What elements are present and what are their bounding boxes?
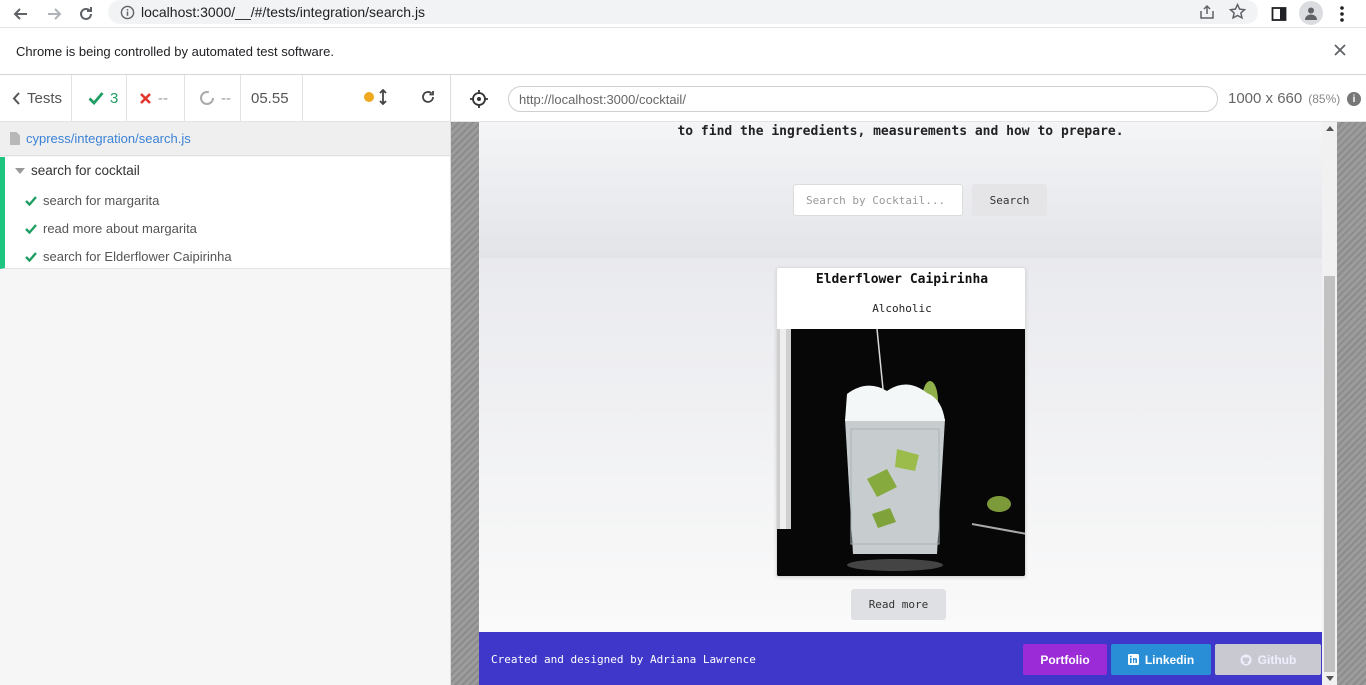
test-label: search for margarita [43, 193, 160, 208]
viewport-size: 1000 x 660 [1228, 90, 1303, 107]
info-icon [120, 5, 135, 19]
aut-url-text: http://localhost:3000/cocktail/ [519, 91, 686, 107]
x-icon [140, 92, 151, 104]
viewport-info: 1000 x 660 (85%) [1228, 90, 1340, 107]
portfolio-label: Portfolio [1040, 652, 1090, 667]
back-button[interactable] [9, 2, 33, 26]
star-icon[interactable] [1229, 3, 1246, 20]
test-suite: search for cocktail search for margarita… [0, 157, 450, 269]
tests-label: Tests [27, 89, 63, 107]
address-url: localhost:3000/__/#/tests/integration/se… [141, 4, 426, 20]
cocktail-image [777, 329, 1025, 576]
test-label: search for Elderflower Caipirinha [43, 249, 232, 264]
browser-toolbar: localhost:3000/__/#/tests/integration/se… [0, 0, 1366, 28]
scrollbar-thumb[interactable] [1324, 276, 1335, 672]
search-button[interactable]: Search [972, 184, 1047, 216]
results-section: Elderflower Caipirinha Alcoholic Read mo… [479, 258, 1322, 632]
portfolio-button[interactable]: Portfolio [1023, 644, 1107, 675]
file-icon [10, 132, 20, 145]
crosshair-icon[interactable] [469, 89, 489, 109]
search-input[interactable]: Search by Cocktail... [793, 184, 963, 216]
cocktail-photo [777, 329, 1025, 576]
suite-label: search for cocktail [31, 163, 140, 178]
linkedin-button[interactable]: Linkedin [1111, 644, 1211, 675]
cocktail-category: Alcoholic [872, 302, 932, 315]
passed-count: 3 [72, 74, 127, 122]
pending-count: -- [185, 74, 241, 122]
resize-vertical-icon[interactable] [378, 89, 388, 105]
arrow-left-icon [13, 8, 27, 20]
address-bar[interactable]: localhost:3000/__/#/tests/integration/se… [108, 0, 1258, 24]
close-icon[interactable] [1332, 42, 1348, 58]
reload-button[interactable] [74, 2, 98, 26]
auto-scroll-indicator [364, 92, 374, 102]
viewport-info-icon[interactable]: i [1347, 92, 1361, 106]
page-scrollbar[interactable] [1322, 122, 1337, 685]
spec-file-header: cypress/integration/search.js [0, 122, 450, 156]
footer: Created and designed by Adriana Lawrence… [479, 632, 1322, 685]
check-icon [25, 251, 37, 262]
caret-down-icon [15, 167, 25, 174]
viewport-scale: (85%) [1308, 92, 1341, 106]
scroll-up-arrow[interactable] [1326, 126, 1334, 131]
infobar-message: Chrome is being controlled by automated … [16, 44, 334, 59]
aut-header: http://localhost:3000/cocktail/ 1000 x 6… [451, 75, 1366, 122]
test-item[interactable]: read more about margarita [25, 221, 197, 236]
check-icon [25, 223, 37, 234]
arrow-right-icon [48, 8, 62, 20]
aut-url-field[interactable]: http://localhost:3000/cocktail/ [508, 86, 1218, 112]
test-item[interactable]: search for margarita [25, 193, 159, 208]
side-panel-button[interactable] [1267, 2, 1291, 26]
spec-file-link[interactable]: cypress/integration/search.js [26, 131, 191, 146]
hero-section: to find the ingredients, measurements an… [479, 122, 1322, 258]
check-icon [88, 92, 104, 105]
tests-button[interactable]: Tests [0, 74, 72, 122]
test-reporter: Tests 3 -- -- 05.55 cypress/integration/… [0, 74, 451, 685]
side-panel-icon [1271, 7, 1287, 21]
reporter-header: Tests 3 -- -- 05.55 [0, 74, 450, 122]
menu-button[interactable] [1330, 2, 1354, 26]
linkedin-label: Linkedin [1144, 652, 1195, 667]
app-page: to find the ingredients, measurements an… [479, 122, 1337, 685]
cocktail-title: Elderflower Caipirinha [815, 272, 989, 287]
cocktail-card: Elderflower Caipirinha Alcoholic [776, 267, 1026, 577]
github-label: Github [1257, 652, 1297, 667]
aut-iframe-container: to find the ingredients, measurements an… [451, 122, 1366, 685]
share-icon[interactable] [1199, 4, 1215, 20]
linkedin-icon [1127, 654, 1139, 665]
chevron-left-icon [12, 91, 20, 105]
more-vertical-icon [1340, 6, 1344, 22]
duration-value: 05.55 [251, 89, 289, 107]
check-icon [25, 195, 37, 206]
failed-count: -- [127, 74, 185, 122]
pending-circle-icon [200, 91, 214, 105]
scroll-down-arrow[interactable] [1326, 676, 1334, 681]
test-label: read more about margarita [43, 221, 197, 236]
github-icon [1240, 654, 1252, 665]
suite-title[interactable]: search for cocktail [15, 163, 140, 178]
read-more-button[interactable]: Read more [851, 589, 946, 620]
hero-text: to find the ingredients, measurements an… [677, 124, 1124, 139]
pending-value: -- [221, 89, 231, 107]
reload-icon [80, 7, 92, 20]
automation-infobar: Chrome is being controlled by automated … [0, 29, 1366, 75]
failed-value: -- [158, 89, 168, 107]
github-button[interactable]: Github [1215, 644, 1321, 675]
passed-value: 3 [110, 89, 119, 107]
user-icon [1305, 7, 1317, 20]
footer-credit: Created and designed by Adriana Lawrence [491, 653, 756, 666]
restart-icon[interactable] [420, 89, 436, 105]
duration: 05.55 [241, 74, 303, 122]
forward-button[interactable] [42, 2, 66, 26]
test-item[interactable]: search for Elderflower Caipirinha [25, 249, 232, 264]
profile-avatar[interactable] [1299, 1, 1323, 25]
reporter-controls [364, 89, 436, 105]
